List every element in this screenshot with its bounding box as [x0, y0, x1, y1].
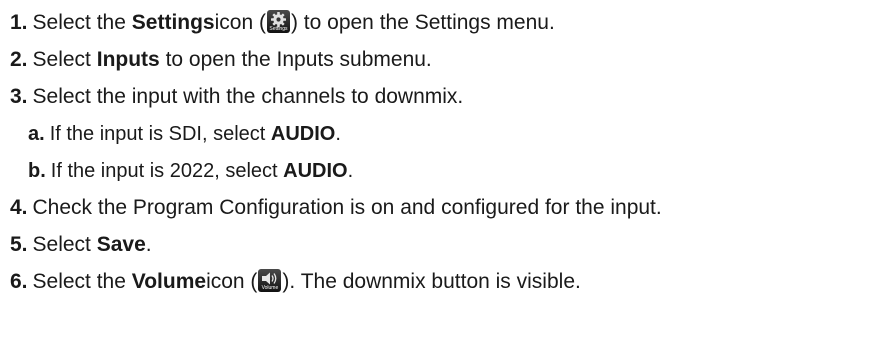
step-6: 6. Select the Volume icon ( Volume ). Th… — [10, 263, 876, 300]
step-number: 2. — [10, 47, 28, 71]
step-text: Check the Program Configuration is on an… — [32, 195, 662, 219]
step-text: ). The downmix button is visible. — [282, 269, 581, 293]
substep-letter: b. — [28, 159, 46, 182]
step-3b: b. If the input is 2022, select AUDIO. — [10, 152, 876, 189]
instruction-list: 1. Select the Settings icon ( Settings )… — [0, 0, 876, 356]
settings-gear-icon: Settings — [266, 10, 290, 33]
step-text: . — [347, 159, 354, 182]
step-text: If the input is SDI, select — [49, 122, 266, 145]
step-number: 3. — [10, 84, 28, 108]
step-3a: a. If the input is SDI, select AUDIO. — [10, 115, 876, 152]
step-number: 4. — [10, 195, 28, 219]
step-number: 1. — [10, 10, 28, 34]
step-number: 5. — [10, 232, 28, 256]
step-text: icon ( — [214, 10, 266, 34]
volume-speaker-icon: Volume — [258, 269, 282, 292]
icon-caption: Settings — [269, 26, 288, 32]
step-text: Select the input with the channels to do… — [32, 84, 464, 108]
ui-term-audio: AUDIO — [270, 122, 336, 145]
step-text: . — [145, 232, 152, 256]
step-text: If the input is 2022, select — [50, 159, 278, 182]
ui-term-save: Save — [96, 232, 146, 256]
step-text: Select — [32, 47, 91, 71]
step-2: 2. Select Inputs to open the Inputs subm… — [10, 41, 876, 78]
ui-term-audio: AUDIO — [283, 159, 348, 182]
substep-letter: a. — [28, 122, 45, 145]
step-text: to open the Inputs submenu. — [165, 47, 432, 71]
step-1: 1. Select the Settings icon ( Settings )… — [10, 4, 876, 41]
step-4: 4. Check the Program Configuration is on… — [10, 189, 876, 226]
step-text: Select the — [32, 269, 126, 293]
ui-term-settings: Settings — [131, 10, 215, 34]
step-3: 3. Select the input with the channels to… — [10, 78, 876, 115]
ui-term-inputs: Inputs — [96, 47, 160, 71]
step-text: icon ( — [206, 269, 258, 293]
step-text: . — [335, 122, 341, 145]
step-text: ) to open the Settings menu. — [290, 10, 555, 34]
ui-term-volume: Volume — [131, 269, 207, 293]
icon-caption: Volume — [261, 285, 279, 291]
step-number: 6. — [10, 269, 28, 293]
step-text: Select the — [32, 10, 126, 34]
step-text: Select — [32, 232, 91, 256]
step-5: 5. Select Save. — [10, 226, 876, 263]
